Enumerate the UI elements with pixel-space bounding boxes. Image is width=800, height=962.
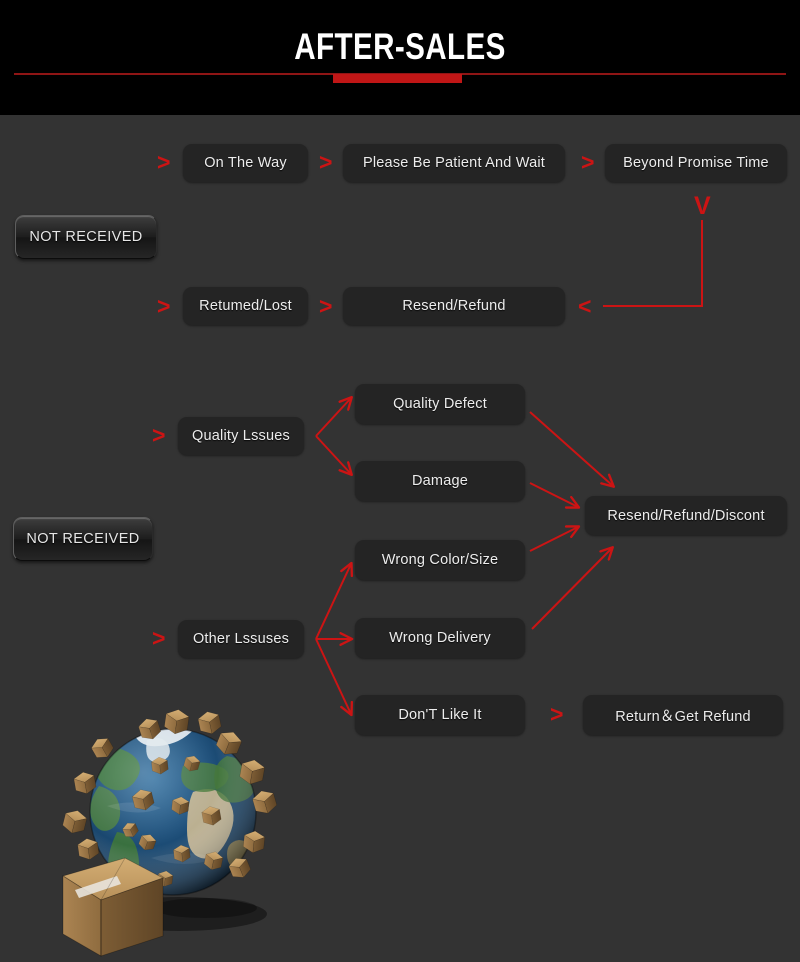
node-dont-like-it-label: Don'T Like It [398, 707, 482, 723]
chevron-into-resend-refund: < [578, 293, 592, 319]
node-return-get-refund-label: Return＆Get Refund [615, 708, 751, 725]
arrow-quality-defect-to-result [529, 411, 616, 488]
node-wrong-color-size[interactable]: Wrong Color/Size [355, 540, 525, 580]
arrow-other-issues-to-wrong-color-size [315, 561, 354, 640]
node-dont-like-it[interactable]: Don'T Like It [355, 695, 525, 735]
entry-not-received-quality[interactable]: NOT RECEIVED [13, 517, 153, 561]
chevron-to-quality-issues: > [152, 422, 166, 448]
node-returned-lost-label: Retumed/Lost [199, 298, 292, 314]
node-resend-refund[interactable]: Resend/Refund [343, 287, 565, 325]
foreground-parcel [62, 857, 164, 957]
chevron-to-please-wait: > [319, 149, 333, 175]
entry-not-received-delivery-label: NOT RECEIVED [29, 229, 143, 245]
node-resend-refund-discount[interactable]: Resend/Refund/Discont [585, 496, 787, 535]
node-beyond-promise-time-label: Beyond Promise Time [623, 155, 769, 171]
node-please-be-patient-and-wait[interactable]: Please Be Patient And Wait [343, 144, 565, 182]
arrow-beyond-promise-to-resend [603, 220, 703, 307]
page-title: AFTER-SALES [294, 26, 506, 67]
node-resend-refund-label: Resend/Refund [402, 298, 506, 314]
node-damage-label: Damage [411, 473, 468, 489]
node-returned-lost[interactable]: Retumed/Lost [183, 287, 308, 325]
arrow-wrong-delivery-to-result [531, 546, 614, 630]
node-please-be-patient-and-wait-label: Please Be Patient And Wait [363, 155, 545, 171]
entry-not-received-delivery[interactable]: NOT RECEIVED [15, 215, 157, 259]
arrow-damage-to-result [529, 482, 581, 509]
chevron-to-resend-refund: > [319, 293, 333, 319]
node-other-issues[interactable]: Other Lssuses [178, 620, 304, 658]
chevron-to-on-the-way: > [157, 149, 171, 175]
page-header: AFTER-SALES [0, 0, 800, 115]
node-quality-defect-label: Quality Defect [393, 396, 487, 412]
arrow-wrong-color-size-to-result [529, 525, 581, 552]
chevron-to-beyond-promise: > [581, 149, 595, 175]
node-wrong-color-size-label: Wrong Color/Size [381, 552, 499, 568]
node-on-the-way-label: On The Way [204, 155, 287, 171]
chevron-to-returned-lost: > [157, 293, 171, 319]
chevron-down-from-beyond-promise: V [694, 192, 711, 220]
node-damage[interactable]: Damage [355, 461, 525, 501]
page-root: AFTER-SALES NOT RECEIVED > On The Way > … [0, 0, 800, 962]
header-accent-bar [333, 74, 462, 83]
chevron-to-return-get-refund: > [550, 701, 564, 727]
node-on-the-way[interactable]: On The Way [183, 144, 308, 182]
node-quality-issues-label: Quality Lssues [192, 428, 290, 444]
node-quality-defect[interactable]: Quality Defect [355, 384, 525, 424]
node-wrong-delivery-label: Wrong Delivery [389, 630, 491, 646]
arrow-quality-issues-to-damage [315, 435, 353, 477]
node-resend-refund-discount-label: Resend/Refund/Discont [607, 507, 765, 524]
node-beyond-promise-time[interactable]: Beyond Promise Time [605, 144, 787, 182]
arrow-other-issues-to-dont-like-it [315, 638, 354, 717]
node-return-get-refund[interactable]: Return＆Get Refund [583, 695, 783, 735]
chevron-to-other-issues: > [152, 625, 166, 651]
globe-with-parcels-illustration [55, 700, 285, 962]
node-quality-issues[interactable]: Quality Lssues [178, 417, 304, 455]
node-wrong-delivery[interactable]: Wrong Delivery [355, 618, 525, 658]
arrow-quality-issues-to-quality-defect [315, 395, 353, 437]
entry-not-received-quality-label: NOT RECEIVED [26, 531, 140, 547]
node-other-issues-label: Other Lssuses [192, 631, 290, 647]
